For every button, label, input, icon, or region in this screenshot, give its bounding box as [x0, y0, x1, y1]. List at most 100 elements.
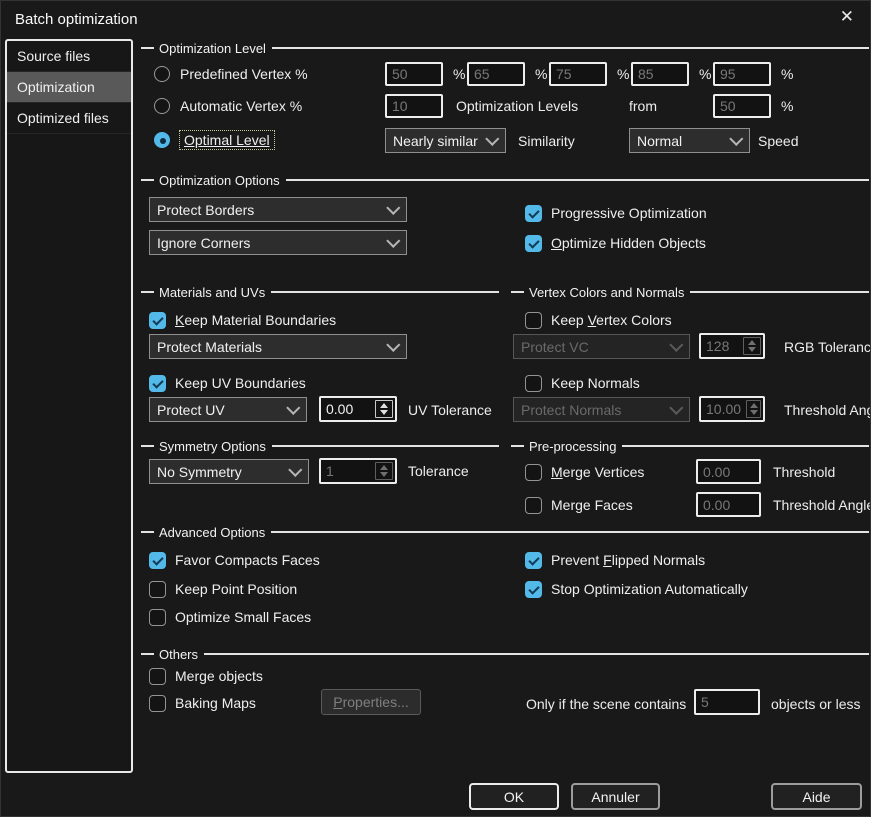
checkbox-keep-uv-boundaries[interactable]: Keep UV Boundaries: [149, 373, 306, 393]
protect-vc-dropdown[interactable]: Protect VC: [513, 334, 690, 359]
similarity-label: Similarity: [518, 133, 575, 149]
scene-count-input[interactable]: 5: [694, 689, 760, 715]
optimization-levels-input[interactable]: 10: [385, 94, 443, 118]
checkbox-icon: [525, 311, 542, 329]
checkbox-icon: [525, 204, 542, 222]
percent-label: %: [617, 66, 630, 82]
properties-button[interactable]: Properties...: [321, 689, 421, 715]
spinner-arrows-icon[interactable]: [746, 400, 761, 418]
chevron-down-icon: [386, 200, 401, 215]
uv-tolerance-label: UV Tolerance: [408, 402, 492, 418]
checkbox-keep-point-position[interactable]: Keep Point Position: [149, 579, 297, 599]
spinner-arrows-icon[interactable]: [743, 337, 761, 355]
predefined-percent-input-5[interactable]: 95: [713, 62, 771, 86]
merge-threshold-label: Threshold: [773, 464, 836, 480]
protect-uv-dropdown[interactable]: Protect UV: [149, 397, 307, 422]
radio-automatic-vertex[interactable]: Automatic Vertex %: [154, 96, 302, 116]
chevron-down-icon: [288, 462, 303, 477]
group-title: Others: [159, 646, 199, 662]
chevron-down-icon: [485, 131, 500, 146]
chevron-down-icon: [386, 337, 401, 352]
spinner-arrows-icon[interactable]: [375, 462, 393, 480]
radio-icon: [154, 98, 170, 114]
from-percent-input[interactable]: 50: [713, 94, 771, 118]
checkbox-merge-faces[interactable]: Merge Faces: [525, 495, 633, 515]
predefined-percent-input-4[interactable]: 85: [631, 62, 689, 86]
sidebar-item-source-files[interactable]: Source files: [7, 41, 131, 72]
similarity-dropdown[interactable]: Nearly similar: [385, 128, 506, 153]
speed-label: Speed: [758, 133, 799, 149]
threshold-angle-label: Threshold Angle: [784, 402, 870, 418]
symmetry-tolerance-label: Tolerance: [408, 463, 469, 479]
checkbox-stop-optimization-automatically[interactable]: Stop Optimization Automatically: [525, 579, 748, 599]
chevron-down-icon: [729, 131, 744, 146]
checkbox-icon: [149, 694, 166, 712]
merge-threshold-input[interactable]: 0.00: [696, 459, 761, 484]
merge-faces-threshold-label: Threshold Angle: [773, 497, 871, 513]
radio-icon: [154, 132, 170, 148]
rgb-tolerance-label: RGB Tolerance: [784, 339, 871, 355]
sidebar-item-optimization[interactable]: Optimization: [7, 72, 131, 103]
checkbox-icon: [525, 551, 542, 569]
sidebar-item-optimized-files[interactable]: Optimized files: [7, 103, 131, 134]
checkbox-icon: [149, 551, 166, 569]
symmetry-tolerance-spinner[interactable]: 1: [319, 458, 397, 484]
group-title: Advanced Options: [159, 524, 266, 540]
ignore-corners-dropdown[interactable]: Ignore Corners: [149, 230, 407, 255]
help-button[interactable]: Aide: [771, 783, 862, 810]
group-optimization-options: Optimization Options: [141, 172, 869, 188]
checkbox-keep-material-boundaries[interactable]: Keep Material Boundaries: [149, 310, 336, 330]
group-title: Vertex Colors and Normals: [529, 284, 685, 300]
group-title: Optimization Level: [159, 40, 266, 56]
group-title: Optimization Options: [159, 172, 280, 188]
spinner-arrows-icon[interactable]: [375, 400, 393, 418]
optimization-levels-label: Optimization Levels: [456, 98, 579, 114]
percent-label: %: [453, 66, 466, 82]
ok-button[interactable]: OK: [469, 783, 559, 810]
uv-tolerance-spinner[interactable]: 0.00: [319, 396, 397, 422]
predefined-percent-input-1[interactable]: 50: [385, 62, 443, 86]
group-advanced-options: Advanced Options: [141, 524, 869, 540]
protect-normals-dropdown[interactable]: Protect Normals: [513, 397, 690, 422]
checkbox-icon: [525, 496, 542, 514]
group-others: Others: [141, 646, 869, 662]
checkbox-prevent-flipped-normals[interactable]: Prevent Flipped Normals: [525, 550, 705, 570]
threshold-angle-spinner[interactable]: 10.00: [699, 396, 765, 422]
checkbox-merge-vertices[interactable]: Merge Vertices: [525, 462, 644, 482]
checkbox-icon: [149, 374, 166, 392]
checkbox-keep-normals[interactable]: Keep Normals: [525, 373, 640, 393]
checkbox-progressive-optimization[interactable]: Progressive Optimization: [525, 203, 707, 223]
checkbox-icon: [149, 580, 166, 598]
speed-dropdown[interactable]: Normal: [629, 128, 750, 153]
predefined-percent-input-3[interactable]: 75: [549, 62, 607, 86]
predefined-percent-input-2[interactable]: 65: [467, 62, 525, 86]
rgb-tolerance-spinner[interactable]: 128: [699, 333, 765, 359]
checkbox-baking-maps[interactable]: Baking Maps: [149, 693, 256, 713]
objects-or-less-label: objects or less: [771, 696, 861, 712]
merge-faces-threshold-input[interactable]: 0.00: [696, 492, 761, 517]
checkbox-optimize-small-faces[interactable]: Optimize Small Faces: [149, 607, 311, 627]
checkbox-icon: [525, 234, 542, 252]
checkbox-keep-vertex-colors[interactable]: Keep Vertex Colors: [525, 310, 672, 330]
checkbox-merge-objects[interactable]: Merge objects: [149, 666, 263, 686]
radio-predefined-vertex[interactable]: Predefined Vertex %: [154, 64, 308, 84]
radio-optimal-level[interactable]: Optimal Level: [154, 130, 275, 150]
from-label: from: [629, 98, 657, 114]
close-icon[interactable]: ✕: [840, 8, 854, 25]
checkbox-optimize-hidden-objects[interactable]: Optimize Hidden Objects: [525, 233, 706, 253]
group-materials-uvs: Materials and UVs: [141, 284, 499, 300]
chevron-down-icon: [669, 400, 684, 415]
symmetry-dropdown[interactable]: No Symmetry: [149, 459, 309, 484]
group-title: Materials and UVs: [159, 284, 266, 300]
group-title: Pre-processing: [529, 438, 617, 454]
chevron-down-icon: [669, 337, 684, 352]
group-symmetry-options: Symmetry Options: [141, 439, 499, 454]
checkbox-icon: [525, 580, 542, 598]
batch-optimization-dialog: Batch optimization ✕ Source files Optimi…: [0, 0, 871, 817]
protect-borders-dropdown[interactable]: Protect Borders: [149, 197, 407, 222]
cancel-button[interactable]: Annuler: [571, 783, 660, 810]
chevron-down-icon: [386, 233, 401, 248]
protect-materials-dropdown[interactable]: Protect Materials: [149, 334, 407, 359]
checkbox-favor-compacts-faces[interactable]: Favor Compacts Faces: [149, 550, 320, 570]
percent-label: %: [781, 98, 794, 114]
